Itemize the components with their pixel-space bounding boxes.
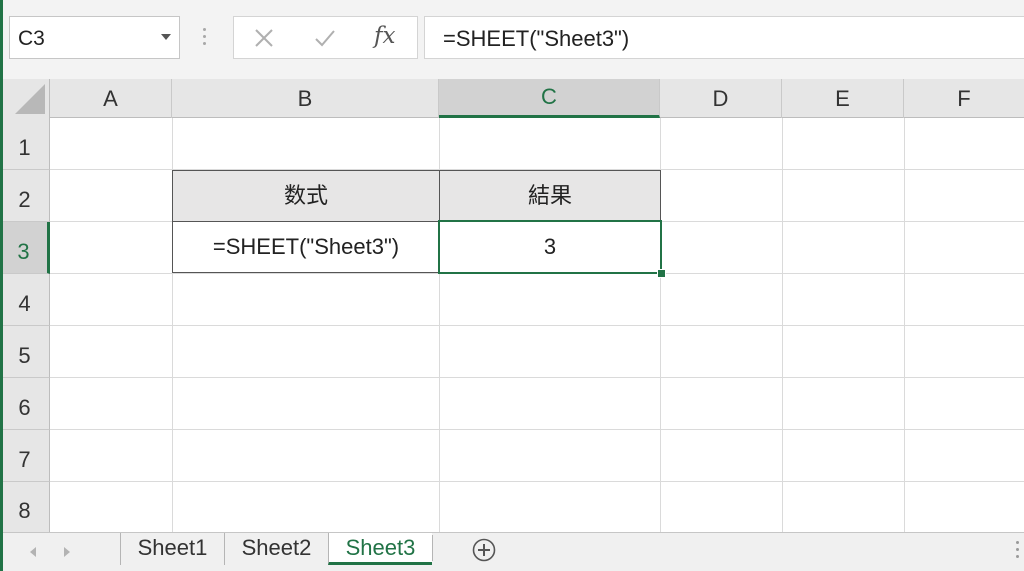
- fill-handle[interactable]: [657, 269, 666, 278]
- column-header-a[interactable]: A: [50, 79, 172, 118]
- name-box-dropdown-icon[interactable]: [161, 34, 171, 40]
- tab-bar-resize-grip-icon[interactable]: [1016, 541, 1019, 562]
- grid-line: [50, 325, 1024, 326]
- sheet-tab-sheet1[interactable]: Sheet1: [120, 533, 224, 565]
- scroll-tabs-left-icon[interactable]: [30, 547, 36, 557]
- column-header-d[interactable]: D: [660, 79, 782, 118]
- name-box[interactable]: C3: [9, 16, 180, 59]
- enter-button[interactable]: [300, 17, 350, 58]
- row-header-7[interactable]: 7: [0, 430, 50, 482]
- row-header-1[interactable]: 1: [0, 118, 50, 170]
- row-header-5[interactable]: 5: [0, 326, 50, 378]
- formula-input[interactable]: =SHEET("Sheet3"): [424, 16, 1024, 59]
- sheet-tab-sheet2[interactable]: Sheet2: [224, 533, 328, 565]
- row-header-8[interactable]: 8: [0, 482, 50, 532]
- sheet-tab-sheet3[interactable]: Sheet3: [328, 533, 432, 565]
- grid-line: [50, 377, 1024, 378]
- row-header-6[interactable]: 6: [0, 378, 50, 430]
- grid-line: [50, 481, 1024, 482]
- cancel-icon: [255, 29, 273, 47]
- checkmark-icon: [315, 30, 335, 47]
- cell-b3[interactable]: =SHEET("Sheet3"): [172, 221, 440, 273]
- name-box-value: C3: [18, 27, 45, 50]
- row-header-3[interactable]: 3: [0, 222, 50, 274]
- scroll-tabs-right-icon[interactable]: [64, 547, 70, 557]
- sheet-tab-bar: Sheet1 Sheet2 Sheet3: [0, 532, 1024, 571]
- add-sheet-icon[interactable]: [472, 538, 496, 562]
- formula-buttons: fx: [233, 16, 418, 59]
- grid-line: [50, 429, 1024, 430]
- column-header-e[interactable]: E: [782, 79, 904, 118]
- window-accent-border: [0, 0, 3, 571]
- cell-b2[interactable]: 数式: [172, 170, 440, 222]
- insert-function-button[interactable]: fx: [374, 23, 395, 49]
- row-header-2[interactable]: 2: [0, 170, 50, 222]
- formula-bar-grip-icon[interactable]: [203, 28, 207, 48]
- cancel-button[interactable]: [239, 17, 289, 58]
- formula-bar: C3 fx =SHEET("Sheet3"): [0, 0, 1024, 79]
- excel-window: C3 fx =SHEET("Sheet3") A B C D E F 1 2 3…: [0, 0, 1024, 571]
- column-header-c[interactable]: C: [439, 79, 660, 118]
- column-header-f[interactable]: F: [904, 79, 1024, 118]
- select-all-icon: [15, 84, 45, 114]
- formula-text: =SHEET("Sheet3"): [443, 26, 630, 51]
- tab-divider: [432, 535, 433, 561]
- column-header-b[interactable]: B: [172, 79, 439, 118]
- row-header-4[interactable]: 4: [0, 274, 50, 326]
- cell-c2[interactable]: 結果: [439, 170, 661, 222]
- active-cell-border: [438, 220, 662, 274]
- select-all-button[interactable]: [0, 79, 50, 118]
